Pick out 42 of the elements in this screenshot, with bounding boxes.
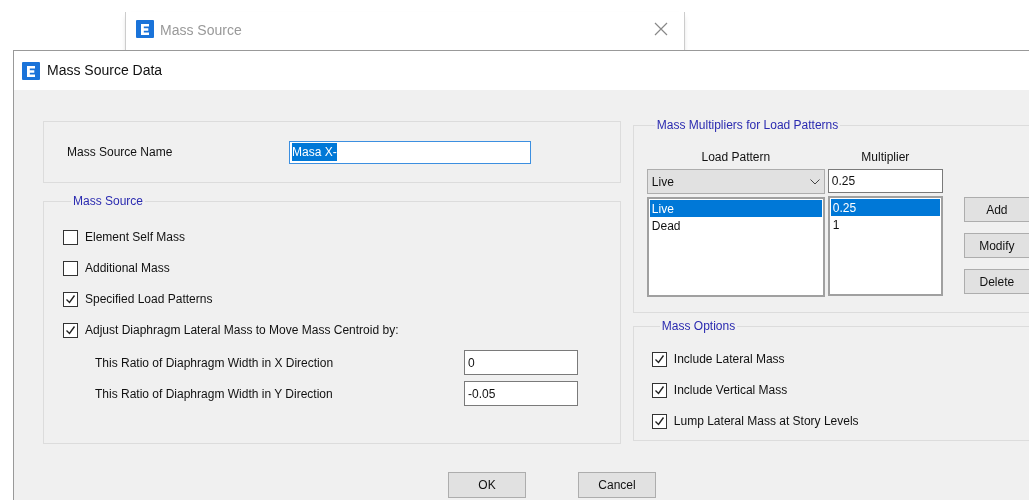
column-header: Load Pattern — [700, 149, 772, 166]
checkbox[interactable] — [651, 351, 667, 367]
button[interactable]: Modify — [963, 233, 1029, 258]
input-field[interactable]: 0 — [464, 350, 578, 375]
close-icon[interactable] — [654, 22, 668, 36]
group-title: Mass Multipliers for Load Patterns — [655, 117, 840, 134]
name-input-field[interactable]: Masa X- — [289, 140, 531, 164]
field-label: This Ratio of Diaphragm Width in Y Direction — [95, 385, 334, 403]
app-logo-icon — [136, 20, 154, 38]
load-pattern-dropdown[interactable]: Live — [646, 169, 825, 194]
window-title: Mass Source Data — [47, 61, 163, 80]
multiplier-input-field[interactable]: 0.25 — [827, 169, 943, 193]
button[interactable]: OK — [448, 472, 526, 498]
field-label: Mass Source Name — [67, 144, 174, 161]
checkbox-label: Lump Lateral Mass at Story Levels — [673, 413, 859, 430]
checkbox[interactable] — [63, 260, 78, 276]
group-title: Mass Source — [72, 193, 145, 210]
app-logo-icon — [22, 61, 40, 80]
field-label: This Ratio of Diaphragm Width in X Direction — [95, 354, 335, 372]
checkbox-label: Element Self Mass — [85, 229, 186, 246]
checkbox-label: Adjust Diaphragm Lateral Mass to Move Mass Centroid by: — [85, 322, 399, 339]
checkbox[interactable] — [651, 413, 667, 429]
button[interactable]: Add — [963, 197, 1029, 222]
window-title: Mass Source — [160, 21, 243, 40]
checkbox[interactable] — [63, 322, 78, 338]
caret-icon — [809, 178, 820, 185]
checkbox-label: Additional Mass — [85, 260, 170, 277]
checkbox[interactable] — [63, 291, 78, 307]
checkbox-label: Include Lateral Mass — [673, 351, 785, 368]
column-header: Multiplier — [860, 149, 911, 166]
checkbox-label: Include Vertical Mass — [673, 382, 788, 399]
list-item[interactable]: 0.25 — [830, 199, 940, 216]
button[interactable]: Cancel — [578, 472, 656, 498]
input-field[interactable]: -0.05 — [464, 381, 578, 406]
checkbox-label: Specified Load Patterns — [85, 291, 213, 308]
list-item[interactable]: Dead — [649, 217, 822, 234]
checkbox[interactable] — [63, 229, 78, 245]
button[interactable]: Delete — [963, 269, 1029, 294]
list-item[interactable]: 1 — [830, 216, 940, 233]
list-item[interactable]: Live — [649, 200, 822, 217]
checkbox[interactable] — [651, 382, 667, 398]
group-title: Mass Options — [660, 318, 737, 335]
